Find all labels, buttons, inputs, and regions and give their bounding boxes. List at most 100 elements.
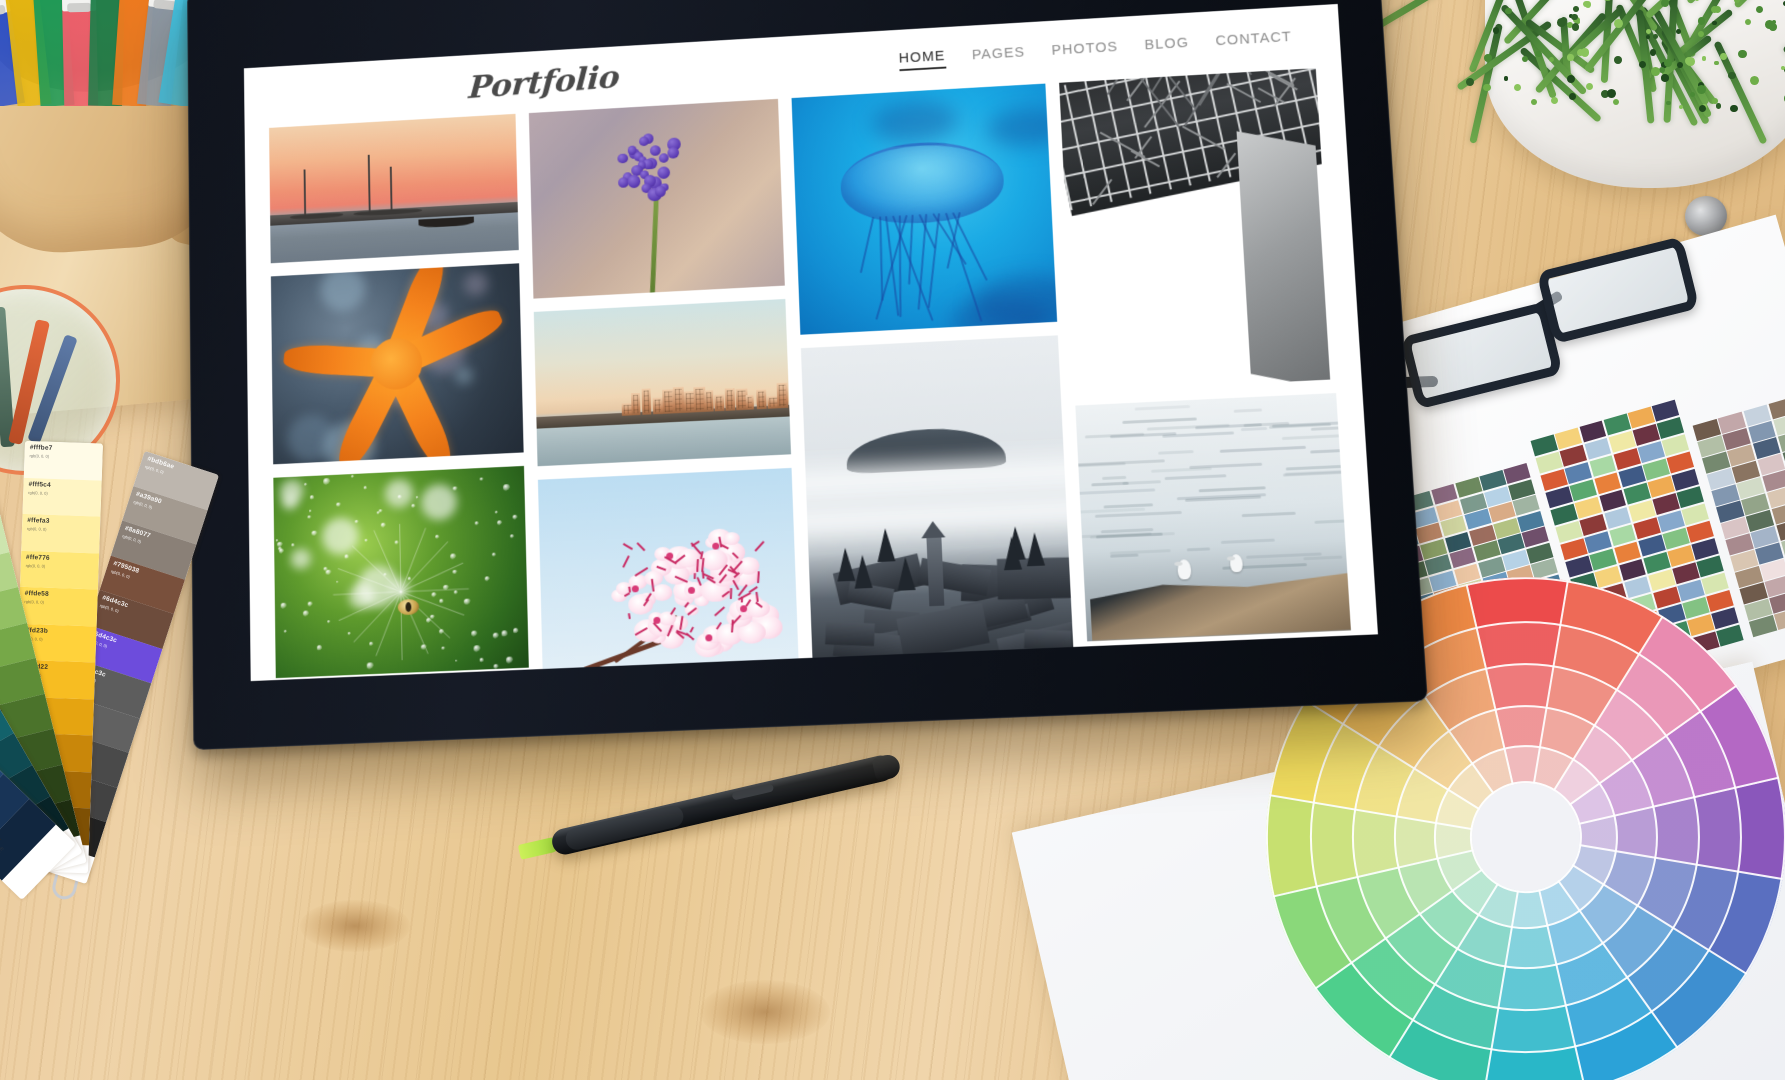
photo-seagull-on-rocks [1075, 393, 1351, 641]
sea-wave [1158, 451, 1193, 456]
swatch-chip: #ffefa3 rgb(0, 0, 0) [21, 514, 100, 553]
plant-leaf [1535, 51, 1541, 57]
swatch-chip: #ffde58 rgb(0, 0, 0) [19, 587, 98, 626]
hyacinth-floret [655, 186, 666, 197]
plant-leaf [1738, 50, 1747, 59]
water-droplet [308, 515, 311, 518]
waterfront-building [777, 382, 788, 408]
sea-wave [1242, 512, 1296, 517]
nav-item-blog[interactable]: BLOG [1144, 35, 1189, 56]
waterfront-building [725, 388, 736, 410]
bokeh-blur [455, 366, 473, 384]
blossom-petal [628, 593, 654, 614]
hyacinth-floret [658, 153, 669, 164]
blossom-stamen [628, 586, 630, 592]
waterfront-building [715, 394, 725, 411]
water-droplet [485, 576, 490, 581]
water-droplet [323, 478, 330, 485]
plant-leaf [1483, 84, 1490, 91]
plant-leaf [1661, 0, 1669, 7]
photo-tile-cherry-blossoms[interactable] [537, 468, 798, 677]
blossom-stamen [755, 540, 765, 551]
water-droplet [370, 642, 373, 645]
photo-tile-purple-grape-hyacinth[interactable] [528, 99, 784, 299]
conifer-tree [1026, 532, 1046, 566]
plant-leaf [1712, 98, 1718, 104]
photo-tile-seagull-on-rocks[interactable] [1075, 393, 1351, 641]
photo-sunset-harbor-sailboats [269, 114, 518, 264]
main-navigation: HOME PAGES PHOTOS BLOG CONTACT [898, 28, 1298, 71]
water-droplet [494, 664, 499, 669]
nav-item-home[interactable]: HOME [898, 48, 946, 70]
water-droplet [453, 486, 457, 490]
sea-wave [1092, 482, 1129, 487]
photo-orange-starfish [271, 264, 523, 464]
water-droplet [379, 509, 382, 513]
leaf-highlight [322, 517, 359, 555]
water-droplet [497, 520, 502, 525]
photo-tile-steel-bridge-bw[interactable] [1059, 68, 1336, 392]
waterfront-building [631, 393, 640, 415]
sea-wave [1282, 433, 1351, 440]
blossom-stamen [757, 571, 759, 583]
water-droplet [279, 548, 283, 553]
plant-leaf [1745, 19, 1751, 25]
water-droplet [439, 599, 443, 603]
conifer-tree [1003, 536, 1023, 570]
blossom-stamen [702, 571, 704, 579]
plant-leaf [1466, 78, 1474, 86]
sea-wave [1135, 405, 1190, 411]
plant-leaf [1573, 6, 1579, 12]
site-logo[interactable]: Portfolio [468, 57, 621, 105]
gallery-column-1 [269, 114, 529, 681]
water-droplet [312, 531, 317, 536]
water-droplet [453, 569, 457, 573]
photo-tile-orange-starfish[interactable] [271, 264, 523, 464]
water-droplet [439, 629, 444, 634]
jellyfish-tentacle [860, 216, 874, 272]
blossom-stamen [622, 544, 632, 551]
plant-leaf [1531, 99, 1537, 105]
photo-tile-blue-jellyfish[interactable] [792, 84, 1057, 335]
plant-leaf [1734, 0, 1740, 3]
photo-cherry-blossoms [537, 468, 798, 677]
nav-item-photos[interactable]: PHOTOS [1051, 39, 1118, 61]
water-droplet [450, 553, 456, 559]
photo-tile-foggy-mountain-village[interactable] [801, 335, 1073, 662]
plant-leaf [1712, 21, 1717, 26]
blossom-stamen [696, 559, 698, 572]
blossom-stamen [755, 592, 758, 602]
plant-leaf [1614, 56, 1622, 64]
plant-leaf [1514, 84, 1521, 91]
water-droplet [441, 646, 445, 650]
blossom-stamen [627, 613, 629, 620]
water-droplet [308, 602, 312, 607]
leaf-highlight [385, 479, 413, 508]
photo-tile-coastal-town-dusk[interactable] [533, 299, 791, 466]
plant-leaf [1607, 89, 1616, 98]
blossom-stamen [690, 627, 694, 633]
blossom-stamen [730, 588, 732, 599]
plant-leaf [1695, 0, 1699, 1]
bokeh-blur [320, 266, 365, 313]
photo-steel-bridge-bw [1059, 68, 1336, 392]
spider-web-strand [400, 541, 448, 592]
sea-wave [1190, 462, 1263, 468]
water-droplet [492, 552, 496, 556]
photo-tile-sunset-harbor-sailboats[interactable] [269, 114, 518, 264]
water-smudge [987, 106, 1057, 149]
water-droplet [303, 610, 309, 616]
plant-leaf [1583, 1, 1589, 7]
nav-item-pages[interactable]: PAGES [972, 45, 1026, 66]
plant-leaf [1769, 23, 1776, 30]
plant-leaf [1493, 27, 1499, 33]
plant-leaf [1551, 97, 1558, 104]
nav-item-contact[interactable]: CONTACT [1215, 29, 1292, 51]
blossom-center [705, 634, 712, 641]
water-droplet [277, 542, 282, 547]
swatch-chip: #fff5c4 rgb(0, 0, 0) [22, 477, 101, 516]
water-droplet [367, 662, 373, 669]
photo-tile-garden-spider-web[interactable] [273, 466, 528, 679]
water-droplet [513, 628, 518, 633]
blossom-stamen [623, 556, 630, 568]
